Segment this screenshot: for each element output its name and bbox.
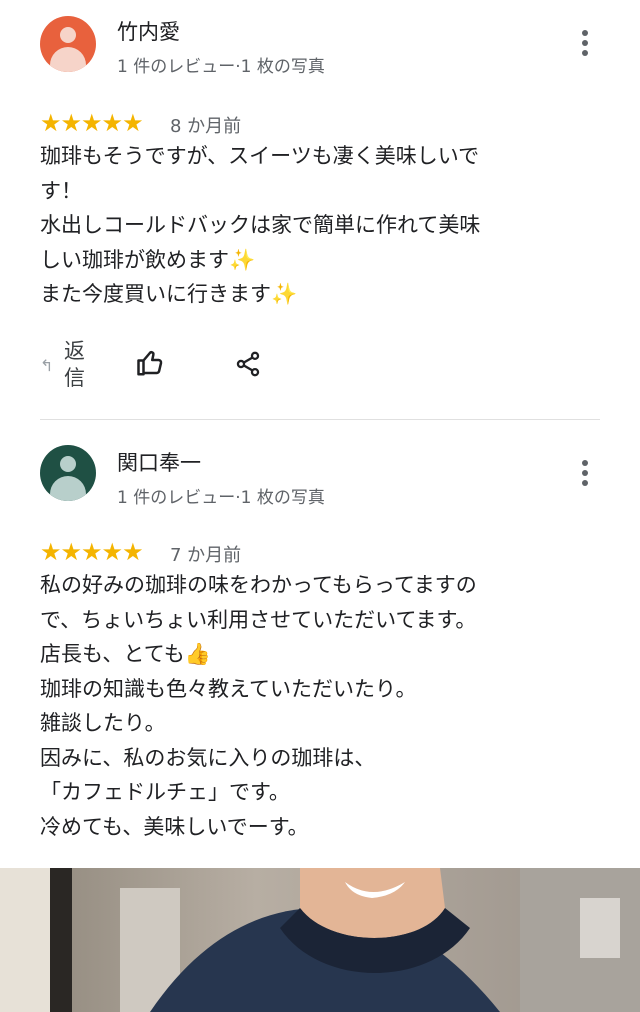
review-photo[interactable] — [0, 868, 640, 1012]
share-icon[interactable] — [234, 350, 262, 382]
reply-button[interactable]: 返信 — [64, 338, 90, 392]
review-date: 8 か月前 — [170, 116, 242, 137]
reply-icon[interactable]: ↰ — [40, 356, 53, 375]
more-vert-icon[interactable] — [580, 30, 590, 58]
reviewer-name[interactable]: 関口奉一 — [117, 447, 201, 477]
review-date: 7 か月前 — [170, 545, 242, 566]
reviewer-name[interactable]: 竹内愛 — [117, 16, 180, 46]
avatar[interactable] — [40, 445, 96, 501]
star-rating: ★★★★★ — [40, 538, 144, 566]
avatar[interactable] — [40, 16, 96, 72]
review-text: 珈琲もそうですが、スイーツも凄く美味しいで す！ 水出しコールドバックは家で簡単… — [40, 144, 481, 306]
more-vert-icon[interactable] — [580, 460, 590, 488]
divider — [40, 419, 600, 420]
review-actions: ↰ 返信 — [40, 338, 600, 398]
review-text: 私の好みの珈琲の味をわかってもらってますの で、ちょいちょい利用させていただいて… — [40, 573, 477, 839]
thumb-up-icon[interactable] — [136, 348, 166, 382]
star-rating: ★★★★★ — [40, 109, 144, 137]
reviewer-meta: 1 件のレビュー·1 枚の写真 — [117, 57, 325, 77]
reviewer-meta: 1 件のレビュー·1 枚の写真 — [117, 488, 325, 508]
